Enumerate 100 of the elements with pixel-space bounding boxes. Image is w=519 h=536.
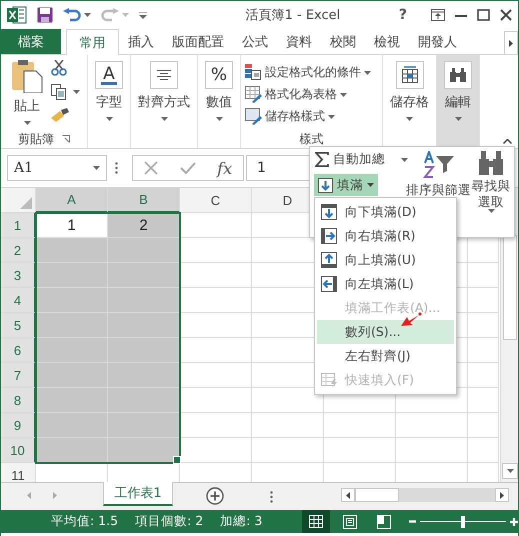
arrow-left-icon[interactable] bbox=[346, 492, 350, 498]
customize-icon[interactable] bbox=[139, 12, 147, 18]
ribbon-command[interactable]: 儲存格樣式 bbox=[245, 106, 335, 128]
table-cell[interactable] bbox=[180, 338, 252, 363]
table-cell[interactable] bbox=[180, 238, 252, 263]
autosum-button[interactable]: 自動加總 bbox=[315, 151, 408, 168]
table-cell[interactable] bbox=[180, 388, 252, 413]
ribbon-tab[interactable]: 資料 bbox=[277, 30, 321, 54]
table-cell[interactable] bbox=[180, 413, 252, 438]
help-button[interactable]: ? bbox=[398, 7, 407, 23]
table-cell[interactable] bbox=[36, 313, 108, 338]
copy-icon[interactable] bbox=[51, 84, 67, 100]
table-cell[interactable] bbox=[180, 438, 252, 463]
table-cell[interactable]: 1 bbox=[36, 213, 108, 238]
table-cell[interactable] bbox=[468, 363, 499, 388]
group-button[interactable]: 對齊方式 bbox=[131, 55, 197, 148]
table-cell[interactable] bbox=[252, 438, 324, 463]
cancel-icon[interactable] bbox=[144, 161, 158, 175]
select-all-button[interactable] bbox=[1, 188, 36, 213]
name-box[interactable]: A1 bbox=[7, 155, 107, 181]
table-cell[interactable] bbox=[108, 438, 180, 463]
menu-item[interactable]: 向左填滿(L) bbox=[317, 272, 454, 296]
ribbon-tab[interactable]: 公式 bbox=[233, 30, 277, 54]
table-cell[interactable] bbox=[468, 238, 499, 263]
sort-filter-button[interactable]: 排序與篩選 bbox=[406, 151, 471, 199]
sheet-tab[interactable]: 工作表1 bbox=[103, 482, 173, 506]
arrow-right-icon[interactable] bbox=[500, 492, 504, 498]
row-header[interactable]: 3 bbox=[1, 263, 36, 288]
table-cell[interactable] bbox=[468, 413, 499, 438]
slider-thumb[interactable] bbox=[461, 516, 466, 528]
row-header[interactable]: 10 bbox=[1, 438, 36, 463]
zoom-in-icon[interactable] bbox=[510, 518, 518, 526]
view-button[interactable] bbox=[302, 510, 330, 533]
table-cell[interactable] bbox=[180, 263, 252, 288]
table-cell[interactable] bbox=[36, 288, 108, 313]
table-cell[interactable] bbox=[108, 263, 180, 288]
format-painter-icon[interactable] bbox=[51, 108, 69, 122]
ribbon-tab[interactable]: 檢視 bbox=[365, 30, 409, 54]
fill-button[interactable]: 填滿 bbox=[314, 174, 378, 196]
column-header[interactable]: A bbox=[36, 188, 108, 213]
find-select-button[interactable]: 尋找與選取 bbox=[468, 151, 514, 214]
table-cell[interactable] bbox=[108, 388, 180, 413]
table-cell[interactable] bbox=[468, 288, 499, 313]
table-cell[interactable] bbox=[108, 288, 180, 313]
table-cell[interactable] bbox=[36, 388, 108, 413]
table-cell[interactable] bbox=[36, 238, 108, 263]
ribbon-tab[interactable]: 校閱 bbox=[321, 30, 365, 54]
dialog-launcher-icon[interactable] bbox=[62, 135, 70, 143]
horizontal-scrollbar[interactable] bbox=[341, 488, 509, 502]
undo-icon[interactable] bbox=[63, 8, 81, 22]
table-cell[interactable] bbox=[180, 213, 252, 238]
table-cell[interactable]: 2 bbox=[108, 213, 180, 238]
ribbon-tab[interactable]: 常用 bbox=[66, 29, 119, 55]
table-cell[interactable] bbox=[468, 263, 499, 288]
paste-button[interactable]: 貼上 bbox=[1, 55, 49, 130]
row-header[interactable]: 7 bbox=[1, 363, 36, 388]
scroll-thumb[interactable] bbox=[503, 235, 517, 340]
redo-icon[interactable] bbox=[101, 8, 119, 22]
ribbon-command[interactable]: 設定格式化的條件 bbox=[245, 62, 371, 84]
table-cell[interactable] bbox=[468, 313, 499, 338]
fill-handle[interactable] bbox=[173, 456, 181, 464]
menu-item[interactable]: 左右對齊(J) bbox=[317, 344, 454, 368]
table-cell[interactable] bbox=[468, 438, 499, 463]
next-sheet-icon[interactable] bbox=[53, 492, 57, 499]
scroll-down-button[interactable] bbox=[502, 463, 518, 479]
ribbon-tab[interactable]: 開發人 bbox=[409, 30, 466, 54]
restore-ribbon-icon[interactable] bbox=[431, 9, 445, 21]
table-cell[interactable] bbox=[108, 338, 180, 363]
table-cell[interactable] bbox=[324, 413, 396, 438]
table-cell[interactable] bbox=[36, 438, 108, 463]
table-cell[interactable] bbox=[468, 338, 499, 363]
add-sheet-icon[interactable] bbox=[206, 487, 224, 505]
column-header[interactable]: C bbox=[180, 188, 252, 213]
table-cell[interactable] bbox=[396, 438, 468, 463]
table-cell[interactable] bbox=[36, 413, 108, 438]
ribbon-tab[interactable]: 插入 bbox=[119, 30, 163, 54]
group-button[interactable]: 儲存格 bbox=[383, 55, 436, 148]
table-cell[interactable] bbox=[108, 238, 180, 263]
previous-sheet-icon[interactable] bbox=[27, 492, 31, 499]
menu-item[interactable]: 向上填滿(U) bbox=[317, 248, 454, 272]
table-cell[interactable] bbox=[36, 263, 108, 288]
file-tab[interactable]: 檔案 bbox=[1, 29, 61, 54]
table-cell[interactable] bbox=[252, 413, 324, 438]
table-cell[interactable] bbox=[180, 313, 252, 338]
table-cell[interactable] bbox=[36, 338, 108, 363]
row-header[interactable]: 9 bbox=[1, 413, 36, 438]
group-button[interactable]: 編輯 bbox=[437, 55, 479, 148]
table-cell[interactable] bbox=[468, 388, 499, 413]
group-button[interactable]: % 數值 bbox=[198, 55, 240, 148]
ribbon-command[interactable]: 格式化為表格 bbox=[245, 84, 347, 106]
row-header[interactable]: 6 bbox=[1, 338, 36, 363]
collapse-ribbon-icon[interactable] bbox=[503, 139, 512, 144]
scroll-thumb[interactable] bbox=[355, 488, 399, 502]
ribbon-tab[interactable]: 版面配置 bbox=[163, 30, 233, 54]
column-header[interactable]: B bbox=[108, 188, 180, 213]
table-cell[interactable] bbox=[108, 413, 180, 438]
table-cell[interactable] bbox=[108, 363, 180, 388]
table-cell[interactable] bbox=[108, 313, 180, 338]
table-cell[interactable] bbox=[396, 413, 468, 438]
menu-item[interactable]: 數列(S)... bbox=[317, 320, 454, 344]
